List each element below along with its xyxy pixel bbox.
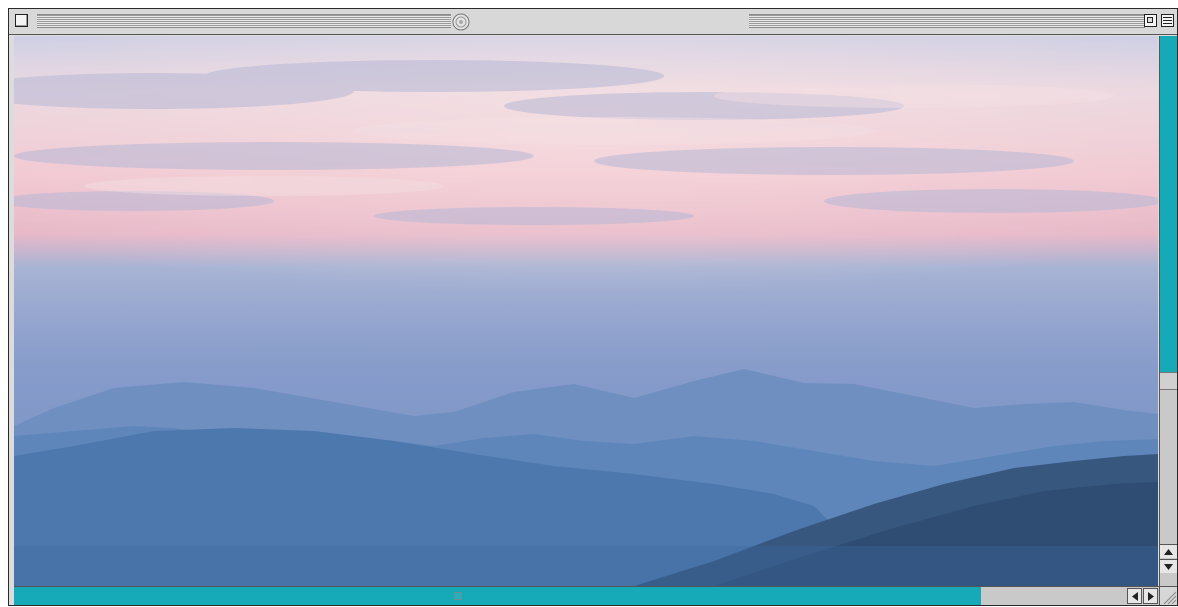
horizontal-scroll-track[interactable] (14, 587, 981, 605)
title-bar[interactable] (9, 9, 1177, 35)
vertical-scroll-track[interactable] (1160, 36, 1177, 372)
scroll-down-arrow-icon[interactable] (1160, 559, 1177, 573)
title-bar-stripes-left (37, 14, 451, 28)
title-bar-stripes-right (749, 14, 1145, 28)
collapse-box-icon[interactable] (1161, 14, 1174, 27)
scroll-up-arrow-icon[interactable] (1160, 544, 1177, 558)
horizontal-scrollbar[interactable] (14, 586, 1159, 605)
scroll-right-arrow-icon[interactable] (1143, 588, 1158, 604)
app-window (8, 8, 1178, 606)
vertical-scrollbar[interactable] (1159, 36, 1177, 586)
resize-grip-icon[interactable] (1159, 586, 1177, 605)
mountain-sunrise-photo (14, 36, 1158, 586)
vertical-scroll-thumb[interactable] (1160, 372, 1177, 390)
zoom-box-icon[interactable] (1144, 14, 1157, 27)
close-box-icon[interactable] (15, 14, 28, 27)
photo-viewport (14, 36, 1158, 586)
window-info-icon[interactable] (451, 12, 471, 32)
scroll-left-arrow-icon[interactable] (1127, 588, 1142, 604)
horizontal-scroll-grip-icon[interactable] (454, 592, 462, 600)
